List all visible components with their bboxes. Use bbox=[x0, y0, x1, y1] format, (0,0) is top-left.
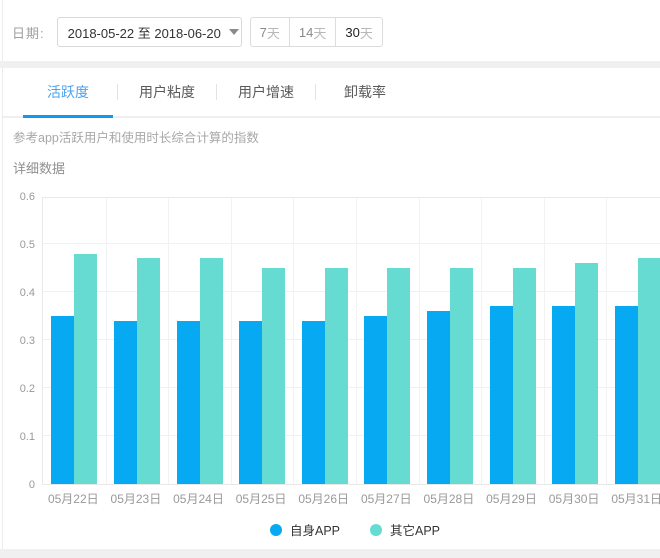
x-axis-label: 05月28日 bbox=[418, 490, 481, 507]
date-label: 日期: bbox=[12, 23, 45, 42]
bottom-separator bbox=[0, 549, 660, 558]
gridline-vertical bbox=[356, 198, 357, 484]
tab-stickiness[interactable]: 用户粘度 bbox=[122, 68, 212, 116]
bar-self-app bbox=[427, 311, 450, 484]
section-separator bbox=[0, 61, 660, 68]
x-axis-label: 05月29日 bbox=[480, 490, 543, 507]
gridline-vertical bbox=[168, 198, 169, 484]
date-range-value: 2018-05-22 至 2018-06-20 bbox=[68, 23, 221, 42]
bar-other-app bbox=[200, 258, 223, 484]
bar-self-app bbox=[114, 321, 137, 484]
x-axis-label: 05月23日 bbox=[105, 490, 168, 507]
plot-area bbox=[42, 197, 660, 485]
tab-divider bbox=[315, 84, 316, 100]
tab-activity[interactable]: 活跃度 bbox=[23, 68, 113, 116]
metric-tabs: 活跃度 用户粘度 用户增速 卸载率 bbox=[3, 68, 660, 118]
x-axis-label: 05月25日 bbox=[230, 490, 293, 507]
chevron-down-icon bbox=[229, 29, 239, 35]
y-axis-label: 0.5 bbox=[0, 239, 35, 251]
bar-other-app bbox=[450, 268, 473, 484]
bar-self-app bbox=[552, 306, 575, 484]
gridline-vertical bbox=[544, 198, 545, 484]
y-axis-label: 0.2 bbox=[0, 383, 35, 395]
date-filter-row: 日期: 2018-05-22 至 2018-06-20 7天 14天 30天 bbox=[12, 17, 383, 47]
metric-description: 参考app活跃用户和使用时长综合计算的指数 bbox=[13, 127, 259, 146]
bar-self-app bbox=[177, 321, 200, 484]
gridline-horizontal bbox=[43, 291, 660, 292]
gridline-vertical bbox=[481, 198, 482, 484]
tab-divider bbox=[117, 84, 118, 100]
bar-other-app bbox=[137, 258, 160, 484]
quick-range-group: 7天 14天 30天 bbox=[250, 17, 383, 47]
tab-growth[interactable]: 用户增速 bbox=[221, 68, 311, 116]
bar-other-app bbox=[74, 254, 97, 484]
quick-range-7d[interactable]: 7天 bbox=[250, 17, 290, 47]
bar-other-app bbox=[575, 263, 598, 484]
legend-label: 自身APP bbox=[290, 520, 340, 539]
gridline-vertical bbox=[606, 198, 607, 484]
y-axis-label: 0.4 bbox=[0, 287, 35, 299]
bar-other-app bbox=[387, 268, 410, 484]
date-range-select[interactable]: 2018-05-22 至 2018-06-20 bbox=[57, 17, 242, 47]
x-axis-label: 05月24日 bbox=[167, 490, 230, 507]
legend-label: 其它APP bbox=[390, 520, 440, 539]
activity-dashboard: 日期: 2018-05-22 至 2018-06-20 7天 14天 30天 活… bbox=[0, 0, 660, 558]
x-axis-label: 05月31日 bbox=[605, 490, 660, 507]
bar-other-app bbox=[513, 268, 536, 484]
y-axis-label: 0.6 bbox=[0, 191, 35, 203]
legend-dot-icon bbox=[270, 524, 282, 536]
chart-legend: 自身APP 其它APP bbox=[42, 520, 660, 539]
bar-other-app bbox=[262, 268, 285, 484]
gridline-vertical bbox=[231, 198, 232, 484]
quick-range-14d[interactable]: 14天 bbox=[289, 17, 336, 47]
x-axis-label: 05月26日 bbox=[292, 490, 355, 507]
legend-dot-icon bbox=[370, 524, 382, 536]
bar-self-app bbox=[364, 316, 387, 484]
bar-other-app bbox=[638, 258, 660, 484]
legend-item-self-app[interactable]: 自身APP bbox=[270, 520, 340, 539]
tab-divider bbox=[216, 84, 217, 100]
y-axis-label: 0.3 bbox=[0, 335, 35, 347]
bar-self-app bbox=[490, 306, 513, 484]
gridline-vertical bbox=[293, 198, 294, 484]
bar-other-app bbox=[325, 268, 348, 484]
section-title: 详细数据 bbox=[13, 158, 65, 177]
bar-self-app bbox=[615, 306, 638, 484]
x-axis-label: 05月27日 bbox=[355, 490, 418, 507]
x-axis-label: 05月22日 bbox=[42, 490, 105, 507]
bar-self-app bbox=[51, 316, 74, 484]
gridline-horizontal bbox=[43, 243, 660, 244]
tab-uninstall[interactable]: 卸载率 bbox=[320, 68, 410, 116]
x-axis-label: 05月30日 bbox=[543, 490, 606, 507]
gridline-vertical bbox=[106, 198, 107, 484]
bar-self-app bbox=[302, 321, 325, 484]
quick-range-30d[interactable]: 30天 bbox=[335, 17, 382, 47]
y-axis-label: 0.1 bbox=[0, 431, 35, 443]
gridline-vertical bbox=[419, 198, 420, 484]
y-axis-label: 0 bbox=[0, 479, 35, 491]
bar-self-app bbox=[239, 321, 262, 484]
legend-item-other-app[interactable]: 其它APP bbox=[370, 520, 440, 539]
